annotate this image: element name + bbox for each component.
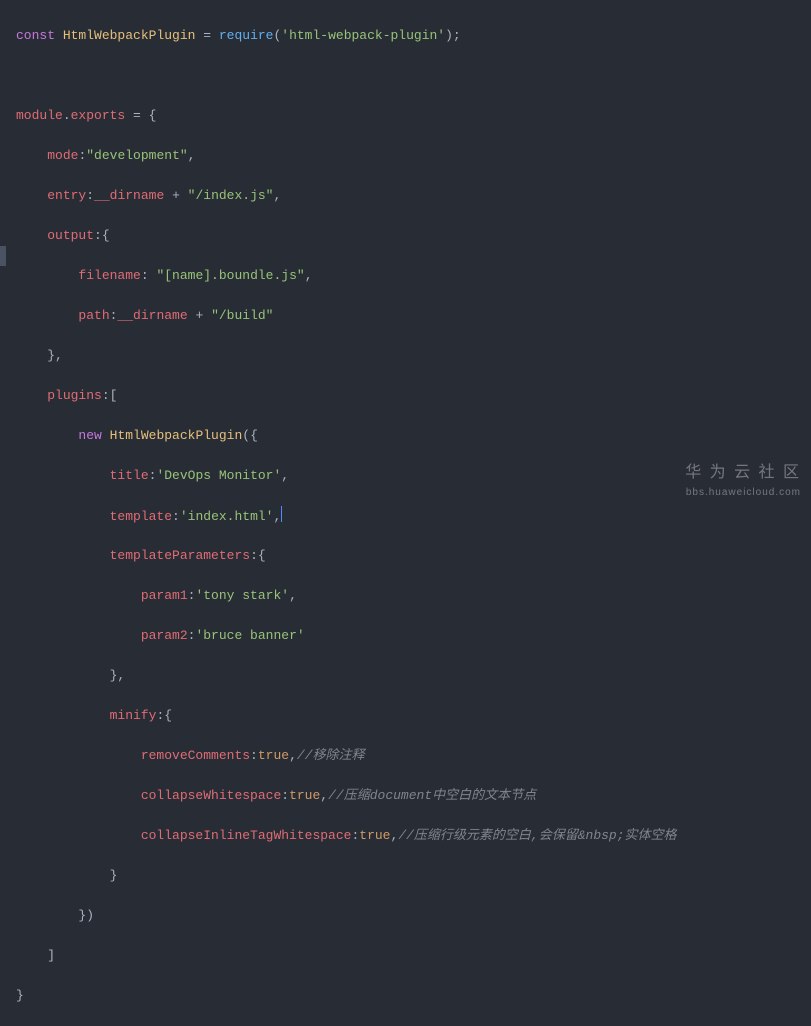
code-line[interactable]: filename: "[name].boundle.js", (16, 266, 811, 286)
code-line[interactable] (16, 66, 811, 86)
code-line[interactable]: path:__dirname + "/build" (16, 306, 811, 326)
code-line[interactable]: collapseWhitespace:true,//压缩document中空白的… (16, 786, 811, 806)
keyword: const (16, 28, 55, 43)
class-name: HtmlWebpackPlugin (110, 428, 243, 443)
string: 'index.html' (180, 509, 274, 524)
property: mode (47, 148, 78, 163)
keyword: new (78, 428, 101, 443)
string: 'bruce banner' (195, 628, 304, 643)
builtin: __dirname (117, 308, 187, 323)
string: "/build" (211, 308, 273, 323)
code-line[interactable]: param2:'bruce banner' (16, 626, 811, 646)
comment: //压缩document中空白的文本节点 (328, 788, 536, 803)
watermark-title: 华 为 云 社 区 (685, 463, 801, 483)
code-line[interactable]: plugins:[ (16, 386, 811, 406)
boolean: true (359, 828, 390, 843)
code-line[interactable]: }, (16, 346, 811, 366)
watermark: 华 为 云 社 区 bbs.huaweicloud.com (685, 463, 801, 503)
property: collapseInlineTagWhitespace (141, 828, 352, 843)
code-line[interactable]: output:{ (16, 226, 811, 246)
code-editor[interactable]: const HtmlWebpackPlugin = require('html-… (0, 0, 811, 1026)
identifier: module (16, 108, 63, 123)
builtin: __dirname (94, 188, 164, 203)
identifier: HtmlWebpackPlugin (63, 28, 196, 43)
property: template (110, 509, 172, 524)
code-line[interactable]: module.exports = { (16, 106, 811, 126)
code-line[interactable]: const HtmlWebpackPlugin = require('html-… (16, 26, 811, 46)
comment: //移除注释 (297, 748, 365, 763)
string: 'html-webpack-plugin' (281, 28, 445, 43)
code-line[interactable]: } (16, 986, 811, 1006)
property: title (110, 468, 149, 483)
watermark-url: bbs.huaweicloud.com (685, 483, 801, 503)
property: param2 (141, 628, 188, 643)
code-line[interactable]: mode:"development", (16, 146, 811, 166)
property: path (78, 308, 109, 323)
property: exports (71, 108, 126, 123)
code-line[interactable]: param1:'tony stark', (16, 586, 811, 606)
code-line[interactable]: entry:__dirname + "/index.js", (16, 186, 811, 206)
line-highlight (0, 246, 6, 266)
property: entry (47, 188, 86, 203)
property: output (47, 228, 94, 243)
boolean: true (289, 788, 320, 803)
property: templateParameters (110, 548, 250, 563)
property: plugins (47, 388, 102, 403)
boolean: true (258, 748, 289, 763)
property: filename (78, 268, 140, 283)
string: 'tony stark' (195, 588, 289, 603)
code-line[interactable]: removeComments:true,//移除注释 (16, 746, 811, 766)
code-line[interactable]: template:'index.html', (16, 506, 811, 526)
text-cursor (281, 506, 282, 522)
code-line[interactable]: new HtmlWebpackPlugin({ (16, 426, 811, 446)
string: "[name].boundle.js" (156, 268, 304, 283)
property: collapseWhitespace (141, 788, 281, 803)
code-line[interactable]: collapseInlineTagWhitespace:true,//压缩行级元… (16, 826, 811, 846)
code-line[interactable]: templateParameters:{ (16, 546, 811, 566)
code-line[interactable]: }) (16, 906, 811, 926)
property: minify (110, 708, 157, 723)
function-call: require (219, 28, 274, 43)
property: removeComments (141, 748, 250, 763)
comment: //压缩行级元素的空白,会保留&nbsp;实体空格 (398, 828, 676, 843)
string: 'DevOps Monitor' (156, 468, 281, 483)
code-line[interactable]: }, (16, 666, 811, 686)
code-line[interactable]: ] (16, 946, 811, 966)
string: "development" (86, 148, 187, 163)
code-line[interactable]: minify:{ (16, 706, 811, 726)
property: param1 (141, 588, 188, 603)
code-line[interactable]: } (16, 866, 811, 886)
string: "/index.js" (188, 188, 274, 203)
